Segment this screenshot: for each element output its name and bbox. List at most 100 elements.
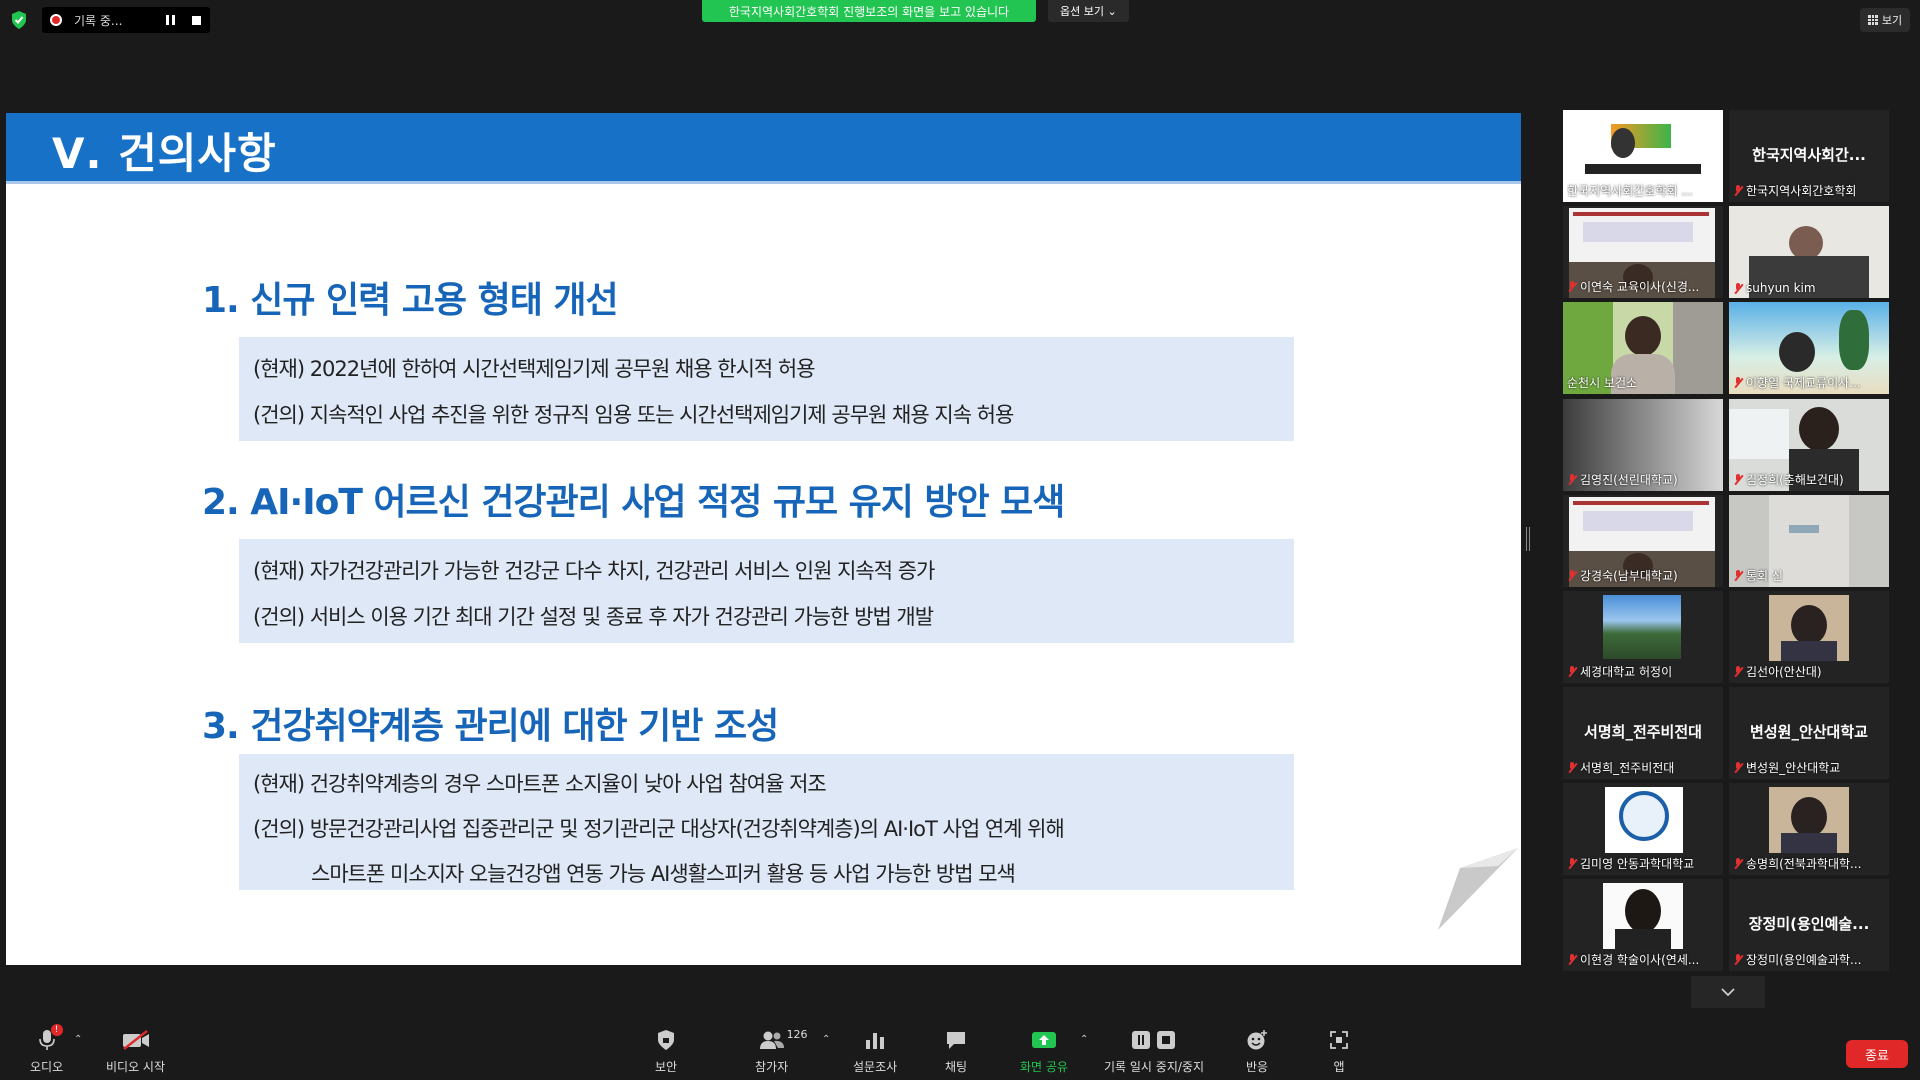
section-2-suggestion: (건의) 서비스 이용 기간 최대 기간 설정 및 종료 후 자가 건강관리 가… (253, 605, 934, 629)
apps-icon (1329, 1026, 1349, 1054)
recording-indicator: 기록 중... (42, 7, 210, 33)
chat-button[interactable]: 채팅 (945, 1026, 967, 1075)
participant-tile[interactable]: 김미영 안동과학대학교 (1563, 783, 1723, 875)
view-button-label: 보기 (1881, 14, 1903, 27)
participant-name-label: 변성원_안산대학교 (1733, 759, 1840, 776)
participant-name: 변성원_안산대학교 (1746, 761, 1841, 775)
participant-name-label: 송명희(전북과학대학... (1733, 855, 1862, 872)
muted-mic-icon (1567, 474, 1577, 485)
section-1-current: (현재) 2022년에 한하여 시간선택제임기제 공무원 채용 한시적 허용 (253, 357, 816, 381)
participant-tile[interactable]: 순천시 보건소 (1563, 302, 1723, 394)
share-screen-button[interactable]: 화면 공유 (1020, 1026, 1068, 1075)
shared-screen: Ⅴ. 건의사항 1. 신규 인력 고용 형태 개선 (현재) 2022년에 한하… (6, 113, 1521, 965)
participant-name: 한국지역사회간호학회 (1746, 184, 1857, 198)
apps-button[interactable]: 앱 (1329, 1026, 1349, 1075)
muted-mic-icon (1567, 858, 1577, 869)
view-button[interactable]: 보기 (1860, 8, 1910, 32)
participants-caret-icon[interactable]: ⌃ (822, 1034, 830, 1045)
microphone-icon: ! (37, 1024, 63, 1054)
muted-mic-icon (1733, 858, 1743, 869)
muted-mic-icon (1567, 954, 1577, 965)
participant-name: 김미영 안동과학대학교 (1580, 857, 1695, 871)
participant-name-label: 한국지역사회간호학회 (1733, 182, 1856, 199)
participant-name-label: 김선아(안산대) (1733, 663, 1822, 680)
participant-tile[interactable]: 이향열 국제교류이사... (1729, 302, 1889, 394)
chevron-down-icon (1721, 988, 1735, 996)
section-heading-3: 3. 건강취약계층 관리에 대한 기반 조성 (202, 706, 779, 747)
audio-label: 오디오 (30, 1060, 64, 1074)
reactions-label: 반응 (1246, 1060, 1269, 1074)
start-video-button[interactable]: 비디오 시작 (106, 1026, 165, 1075)
recording-label: 기록 중... (74, 13, 123, 28)
participant-name-label: 순천시 보건소 (1567, 374, 1637, 391)
slide-header: Ⅴ. 건의사항 (6, 113, 1521, 181)
section-heading-1: 1. 신규 인력 고용 형태 개선 (202, 280, 619, 321)
participant-name-label: 김영진(선린대학교) (1567, 471, 1678, 488)
shield-icon[interactable] (10, 10, 28, 30)
participant-tile[interactable]: 변성원_안산대학교 변성원_안산대학교 (1729, 687, 1889, 779)
participant-name: 한국지역사회간호학회 ... (1567, 184, 1693, 198)
participant-tile[interactable]: 서명희_전주비전대 서명희_전주비전대 (1563, 687, 1723, 779)
section-box-3: (현재) 건강취약계층의 경우 스마트폰 소지율이 낮아 사업 참여율 저조 (… (239, 754, 1294, 890)
participant-name: 송명희(전북과학대학... (1746, 857, 1862, 871)
participant-name-label: 김미영 안동과학대학교 (1567, 855, 1694, 872)
chat-label: 채팅 (945, 1060, 968, 1074)
participant-tile[interactable]: 장정미(용인예술... 장정미(용인예술과학... (1729, 879, 1889, 971)
participant-tile[interactable]: 김선아(안산대) (1729, 591, 1889, 683)
top-bar: 기록 중... 한국지역사회간호학회 진행보조의 화면을 보고 있습니다 옵션 … (0, 0, 1920, 40)
share-screen-icon (1031, 1026, 1057, 1054)
audio-options-caret-icon[interactable]: ⌃ (74, 1034, 82, 1045)
polls-button[interactable]: 설문조사 (853, 1026, 897, 1075)
participants-button[interactable]: 126 참가자 (755, 1026, 808, 1075)
participant-name-label: 세경대학교 허정이 (1567, 663, 1672, 680)
participant-tile[interactable]: 강경숙(남부대학교) (1563, 495, 1723, 587)
participant-tile[interactable]: suhyun kim (1729, 206, 1889, 298)
apps-label: 앱 (1333, 1060, 1345, 1074)
participant-display-name: 장정미(용인예술... (1748, 915, 1870, 933)
end-meeting-button[interactable]: 종료 (1846, 1040, 1908, 1068)
security-button[interactable]: 보안 (655, 1026, 677, 1075)
participant-name: 이연숙 교육이사(신경... (1580, 280, 1700, 294)
smiley-icon (1246, 1026, 1268, 1054)
participant-tile[interactable]: 김정희(춘해보건대) (1729, 399, 1889, 491)
recording-control-button[interactable]: 기록 일시 중지/중지 (1104, 1026, 1204, 1075)
gallery-next-button[interactable] (1691, 976, 1765, 1008)
screen-share-banner: 한국지역사회간호학회 진행보조의 화면을 보고 있습니다 (702, 0, 1036, 22)
audio-button[interactable]: ! 오디오 (30, 1024, 64, 1075)
participant-display-name: 변성원_안산대학교 (1750, 723, 1868, 741)
muted-mic-icon (1567, 666, 1577, 677)
participant-name: suhyun kim (1746, 281, 1816, 295)
participant-name: 이현경 학술이사(연세... (1580, 953, 1700, 967)
participant-tile[interactable]: 한국지역사회간호학회 ... (1563, 110, 1723, 202)
participant-tile[interactable]: 이현경 학술이사(연세... (1563, 879, 1723, 971)
section-3-suggestion: (건의) 방문건강관리사업 집중관리군 및 정기관리군 대상자(건강취약계층)의… (253, 817, 1065, 841)
panel-resize-handle[interactable] (1526, 527, 1530, 551)
muted-mic-icon (1733, 666, 1743, 677)
pause-recording-icon[interactable] (166, 15, 178, 25)
participant-count: 126 (786, 1028, 808, 1041)
participant-name: 세경대학교 허정이 (1580, 665, 1673, 679)
participant-tile[interactable]: 한국지역사회간... 한국지역사회간호학회 (1729, 110, 1889, 202)
participant-tile[interactable]: 세경대학교 허정이 (1563, 591, 1723, 683)
participant-tile[interactable]: 김영진(선린대학교) (1563, 399, 1723, 491)
bar-chart-icon (864, 1026, 886, 1054)
share-caret-icon[interactable]: ⌃ (1080, 1034, 1088, 1045)
meeting-toolbar: ! 오디오 ⌃ 비디오 시작 보안 126 참가자 ⌃ 설문조사 채팅 화면 공… (0, 1016, 1920, 1080)
participant-name-label: 통회 신 (1733, 567, 1783, 584)
participant-tile[interactable]: 송명희(전북과학대학... (1729, 783, 1889, 875)
view-options-button[interactable]: 옵션 보기 ⌄ (1048, 0, 1129, 22)
muted-mic-icon (1733, 282, 1743, 294)
participant-display-name: 서명희_전주비전대 (1584, 723, 1702, 741)
participants-label: 참가자 (755, 1060, 789, 1074)
stop-recording-icon[interactable] (192, 15, 201, 25)
participant-name: 강경숙(남부대학교) (1580, 569, 1678, 583)
participant-tile[interactable]: 통회 신 (1729, 495, 1889, 587)
participant-name: 이향열 국제교류이사... (1746, 376, 1861, 390)
reactions-button[interactable]: 반응 (1246, 1026, 1268, 1075)
muted-mic-icon (1733, 762, 1743, 773)
recording-dot-icon (50, 14, 62, 26)
muted-mic-icon (1733, 570, 1743, 581)
muted-mic-icon (1567, 762, 1577, 773)
participant-tile[interactable]: 이연숙 교육이사(신경... (1563, 206, 1723, 298)
section-3-current: (현재) 건강취약계층의 경우 스마트폰 소지율이 낮아 사업 참여율 저조 (253, 772, 827, 796)
